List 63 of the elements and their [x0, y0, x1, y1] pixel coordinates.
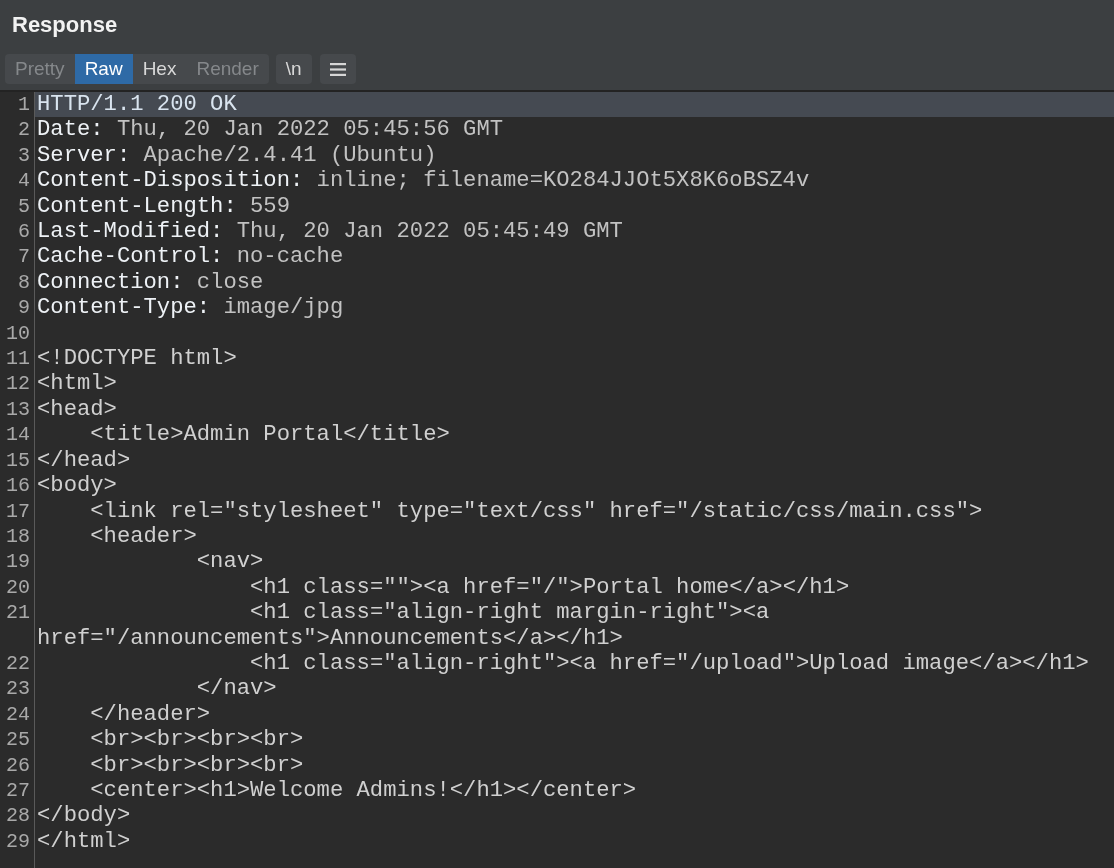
- header-line: Content-Length: 559: [37, 193, 290, 219]
- code-line: <br><br><br><br>: [89, 727, 304, 753]
- line-number: 17: [6, 499, 30, 523]
- code-line: <h1 class="align-right"><a href="/upload">Upload image</a></h1>: [249, 650, 1089, 676]
- line-number: 7: [18, 245, 30, 269]
- line-number: 22: [6, 651, 30, 675]
- code-line: <head>: [37, 396, 117, 422]
- header-line: Cache-Control: no-cache: [37, 244, 344, 270]
- header-line: Server: Apache/2.4.41 (Ubuntu): [37, 142, 437, 168]
- header-line: Connection: close: [37, 269, 264, 295]
- code-line: </body>: [37, 803, 131, 829]
- code-line: <body>: [37, 473, 117, 499]
- line-number: 14: [6, 423, 30, 447]
- code-line: <header>: [89, 523, 197, 549]
- line-number: 2: [18, 118, 30, 142]
- line-number: 12: [6, 372, 30, 396]
- view-tab[interactable]: Hex: [132, 54, 187, 84]
- line-number: 3: [18, 143, 30, 167]
- header-line: Content-Disposition: inline; filename=KO284JJOt5X8K6oBSZ4v: [37, 168, 810, 194]
- panel-title: Response: [12, 12, 119, 38]
- line-number: 8: [18, 270, 30, 294]
- code-line: <center><h1>Welcome Admins!</h1></center>: [89, 777, 637, 803]
- line-number: 16: [6, 474, 30, 498]
- header-line: Content-Type: image/jpg: [37, 295, 344, 321]
- line-number: 9: [18, 296, 30, 320]
- line-number: 20: [6, 575, 30, 599]
- header-line: Date: Thu, 20 Jan 2022 05:45:56 GMT: [37, 117, 504, 143]
- code-line: </head>: [37, 447, 131, 473]
- code-line: <h1 class=""><a href="/">Portal home</a></h1>: [249, 574, 850, 600]
- code-line: <title>Admin Portal</title>: [89, 422, 450, 448]
- line-number: 11: [6, 347, 30, 371]
- line-number: 25: [6, 728, 30, 752]
- newline-toggle-button[interactable]: \n: [275, 54, 312, 84]
- line-number: 26: [6, 753, 30, 777]
- line-number: 6: [18, 220, 30, 244]
- code-line: </header>: [89, 701, 211, 727]
- code-line: <html>: [37, 371, 117, 397]
- menu-button[interactable]: [319, 54, 356, 84]
- code-line: <nav>: [195, 549, 264, 575]
- code-line: <!DOCTYPE html>: [37, 346, 237, 372]
- code-line: <br><br><br><br>: [89, 752, 304, 778]
- code-line: </html>: [37, 828, 131, 854]
- status-line: HTTP/1.1 200 OK: [37, 92, 237, 117]
- line-number: 13: [6, 397, 30, 421]
- line-number: 23: [6, 677, 30, 701]
- line-number: 5: [18, 194, 30, 218]
- line-number: 24: [6, 702, 30, 726]
- header-line: Last-Modified: Thu, 20 Jan 2022 05:45:49 GMT: [37, 219, 623, 245]
- line-number: 21: [6, 601, 30, 625]
- line-number: 4: [18, 169, 30, 193]
- line-number: 27: [6, 778, 30, 802]
- line-number: 15: [6, 448, 30, 472]
- code-line: <link rel="stylesheet" type="text/css" href="/static/css/main.css">: [89, 498, 983, 524]
- line-number: 28: [6, 804, 30, 828]
- menu-icon: [329, 62, 346, 76]
- line-number: 18: [6, 524, 30, 548]
- line-number: 10: [6, 321, 30, 345]
- line-number: 1: [18, 93, 30, 116]
- code-line: <h1 class="align-right margin-right"><a href="/announcements">Announcements</a></h1>: [37, 600, 771, 651]
- code-line: </nav>: [195, 676, 277, 702]
- view-tab[interactable]: Raw: [74, 54, 133, 84]
- line-number: 19: [6, 550, 30, 574]
- line-number: 29: [6, 829, 30, 853]
